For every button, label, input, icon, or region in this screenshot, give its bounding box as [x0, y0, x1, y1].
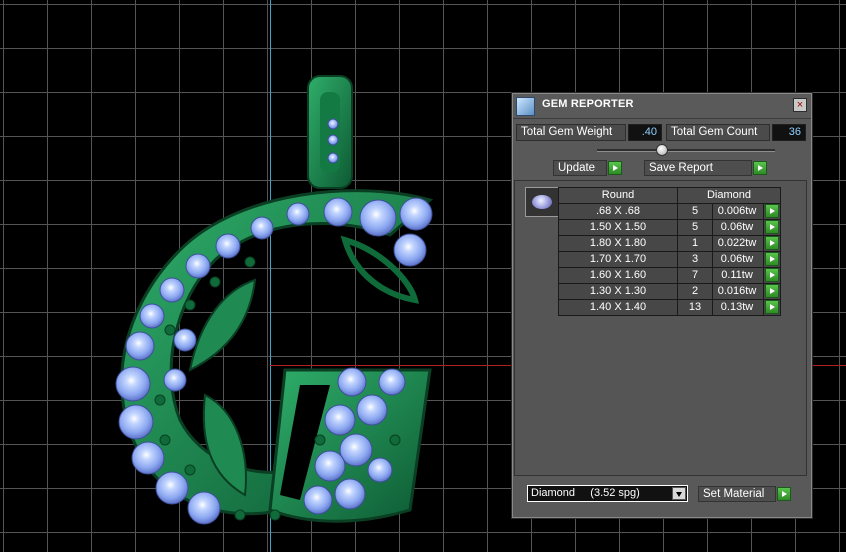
row-go-cell[interactable]: [763, 251, 781, 268]
gem-weight: 0.06tw: [712, 219, 764, 236]
material-select-value: Diamond (3.52 spg): [531, 487, 640, 499]
gem-count: 13: [677, 299, 713, 316]
green-play-arrow-icon[interactable]: [765, 204, 779, 218]
row-go-cell[interactable]: [763, 203, 781, 220]
table-row: 1.60 X 1.60 7 0.11tw: [558, 267, 781, 284]
green-play-arrow-icon[interactable]: [765, 252, 779, 266]
col-shape-header: Round: [558, 187, 678, 204]
total-gem-count-label: Total Gem Count: [666, 124, 770, 141]
table-row: 1.40 X 1.40 13 0.13tw: [558, 299, 781, 316]
material-select[interactable]: Diamond (3.52 spg): [527, 485, 688, 502]
row-go-cell[interactable]: [763, 219, 781, 236]
close-icon[interactable]: ×: [793, 98, 807, 112]
set-material-go-icon[interactable]: [777, 487, 791, 501]
panel-titlebar[interactable]: GEM REPORTER ×: [513, 94, 811, 119]
gem-weight: 0.016tw: [712, 283, 764, 300]
row-go-cell[interactable]: [763, 299, 781, 316]
size-slider-track[interactable]: [597, 149, 775, 152]
gem-weight: 0.06tw: [712, 251, 764, 268]
green-play-arrow-icon[interactable]: [765, 284, 779, 298]
gem-report-area: Round Diamond .68 X .68 5 0.006tw 1.50 X…: [514, 180, 807, 476]
gem-size: 1.30 X 1.30: [558, 283, 678, 300]
gem-size: 1.60 X 1.60: [558, 267, 678, 284]
green-play-arrow-icon[interactable]: [765, 300, 779, 314]
gem-reporter-icon: [516, 97, 535, 116]
row-go-cell[interactable]: [763, 267, 781, 284]
gem-size: 1.40 X 1.40: [558, 299, 678, 316]
gem-reporter-panel: GEM REPORTER × Total Gem Weight .40 Tota…: [512, 93, 812, 518]
save-report-go-icon[interactable]: [753, 161, 767, 175]
gem-size: 1.80 X 1.80: [558, 235, 678, 252]
gem-weight: 0.006tw: [712, 203, 764, 220]
green-play-arrow-icon[interactable]: [765, 220, 779, 234]
gem-count: 5: [677, 219, 713, 236]
gem-weight: 0.11tw: [712, 267, 764, 284]
round-gem-icon[interactable]: [525, 187, 559, 217]
gem-table: Round Diamond .68 X .68 5 0.006tw 1.50 X…: [558, 187, 781, 316]
table-row: 1.30 X 1.30 2 0.016tw: [558, 283, 781, 300]
table-row: 1.70 X 1.70 3 0.06tw: [558, 251, 781, 268]
gem-count: 7: [677, 267, 713, 284]
gem-count: 5: [677, 203, 713, 220]
gem-size: 1.70 X 1.70: [558, 251, 678, 268]
gem-weight: 0.022tw: [712, 235, 764, 252]
gem-count: 2: [677, 283, 713, 300]
gem-count: 3: [677, 251, 713, 268]
update-button[interactable]: Update: [553, 160, 607, 176]
total-gem-weight-value: .40: [628, 124, 662, 141]
gem-count: 1: [677, 235, 713, 252]
table-row: .68 X .68 5 0.006tw: [558, 203, 781, 220]
gem-size: .68 X .68: [558, 203, 678, 220]
row-go-cell[interactable]: [763, 283, 781, 300]
update-go-icon[interactable]: [608, 161, 622, 175]
save-report-button[interactable]: Save Report: [644, 160, 752, 176]
chevron-down-icon[interactable]: [672, 487, 686, 500]
table-row: 1.80 X 1.80 1 0.022tw: [558, 235, 781, 252]
total-gem-count-value: 36: [772, 124, 806, 141]
green-play-arrow-icon[interactable]: [765, 236, 779, 250]
gem-weight: 0.13tw: [712, 299, 764, 316]
panel-title: GEM REPORTER: [542, 98, 634, 110]
size-slider-knob[interactable]: [656, 144, 668, 156]
gem-size: 1.50 X 1.50: [558, 219, 678, 236]
row-go-cell[interactable]: [763, 235, 781, 252]
set-material-button[interactable]: Set Material: [698, 486, 776, 502]
table-row: 1.50 X 1.50 5 0.06tw: [558, 219, 781, 236]
total-gem-weight-label: Total Gem Weight: [516, 124, 626, 141]
green-play-arrow-icon[interactable]: [765, 268, 779, 282]
col-material-header: Diamond: [677, 187, 781, 204]
